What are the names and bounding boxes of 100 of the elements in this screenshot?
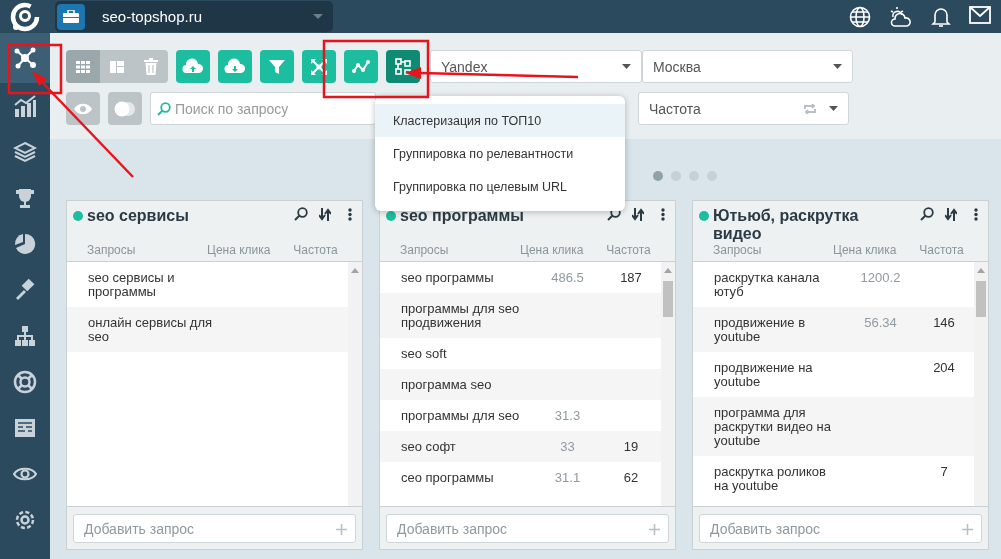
mail-icon[interactable] (969, 5, 991, 24)
menu-item[interactable]: Группировка по релевантности (375, 137, 625, 170)
repeat-icon (803, 103, 817, 114)
toolbar-button[interactable] (260, 50, 294, 83)
column-header: Запросы (713, 243, 763, 257)
price-cell-text: 56.34 (863, 316, 898, 330)
globe-icon[interactable] (849, 5, 871, 28)
cluster-icon (395, 57, 411, 75)
column-header: Частота (605, 243, 652, 257)
price-cell-text: 1200.2 (859, 271, 902, 285)
filter-icon (269, 59, 285, 74)
price-cell-text: 31.1 (553, 471, 582, 485)
price-cell-text: 31.3 (553, 409, 582, 423)
sort-select[interactable]: Частота (638, 92, 849, 125)
region-select[interactable]: Москва (642, 50, 853, 83)
layers-icon (13, 141, 37, 163)
column-header: Частота (292, 243, 339, 257)
add-query-field[interactable]: Добавить запрос (386, 514, 669, 543)
query-cell-text: онлайн сервисы для seo (88, 316, 214, 344)
pie-chart-icon (14, 234, 36, 254)
query-cell-text: сео программы (401, 471, 495, 485)
bell-icon[interactable] (931, 5, 951, 28)
query-cell-text: seo soft (401, 347, 448, 361)
frequency-cell-text: 204 (932, 361, 956, 375)
weather-icon[interactable] (889, 5, 913, 28)
page-dot[interactable] (653, 171, 663, 181)
eye-icon (13, 467, 37, 481)
expand-icon (311, 58, 327, 75)
price-cell-text: 33 (559, 440, 576, 454)
logo-icon[interactable] (10, 1, 40, 32)
toolbar-button[interactable] (386, 50, 420, 83)
project-selector[interactable]: seo-topshop.ru (55, 1, 333, 32)
report-icon (15, 419, 35, 437)
menu-item[interactable]: Группировка по целевым URL (375, 170, 625, 203)
toolbar-button[interactable] (302, 50, 336, 83)
scrollbar[interactable] (348, 262, 362, 506)
scrollbar[interactable] (661, 262, 675, 506)
search-icon[interactable] (294, 207, 308, 221)
add-query-field[interactable]: Добавить запрос (73, 514, 356, 543)
network-icon (14, 47, 36, 69)
column-header: Запросы (400, 243, 450, 257)
briefcase-icon (63, 10, 79, 23)
column-header: Цена клика (520, 243, 585, 257)
query-cell-text: seo программы (401, 271, 495, 285)
upload-cloud-icon (182, 58, 203, 73)
toolbar-button[interactable] (218, 50, 252, 83)
frequency-cell-text: 7 (939, 465, 949, 479)
frequency-cell-text: 62 (622, 471, 640, 485)
scrollbar[interactable] (974, 262, 988, 506)
group-title: seo программы (400, 207, 524, 225)
sitemap-icon (15, 326, 35, 346)
settings-icon (15, 510, 35, 530)
search-engine-select[interactable]: Yandex (430, 50, 642, 83)
query-cell-text: продвижение в youtube (714, 316, 807, 344)
query-cell-text: программа для раскрутки видео на youtube (714, 406, 832, 448)
more-icon[interactable] (661, 207, 665, 221)
sort-icon[interactable] (319, 207, 331, 221)
frequency-cell-text: 146 (932, 316, 956, 330)
column-header: Запросы (87, 243, 137, 257)
status-dot (73, 211, 83, 221)
frequency-cell-text: 187 (619, 271, 643, 285)
column-header: Цена клика (207, 243, 272, 257)
column-header: Частота (918, 243, 965, 257)
query-cell-text: seo софт (401, 440, 457, 454)
query-cell-text: seo сервисы и программы (88, 271, 176, 299)
sort-icon[interactable] (632, 207, 644, 221)
caret-icon (833, 64, 842, 69)
gavel-icon (16, 278, 35, 300)
caret-icon (313, 14, 323, 19)
toolbar-button[interactable] (176, 50, 210, 83)
lifebuoy-icon (13, 370, 37, 394)
scroll-thumb[interactable] (976, 281, 986, 317)
search-field[interactable]: Поиск по запросу (150, 92, 376, 125)
query-cell-text: программа seo (401, 378, 493, 392)
price-cell-text: 486.5 (550, 271, 585, 285)
column-header: Цена клика (833, 243, 898, 257)
layout-icon (110, 60, 124, 73)
query-cell-text: раскрутка роликов на youtube (714, 465, 827, 493)
query-cell-text: продвижение на youtube (714, 361, 814, 389)
sort-icon[interactable] (945, 207, 957, 221)
sidebar-item[interactable] (0, 33, 50, 83)
more-icon[interactable] (348, 207, 352, 221)
caret-icon (622, 64, 631, 69)
menu-item[interactable]: Кластеризация по ТОП10 (375, 104, 625, 137)
view-button[interactable] (66, 50, 100, 83)
visibility-button[interactable] (66, 92, 100, 125)
trophy-icon (16, 189, 34, 208)
grid-icon (76, 60, 90, 73)
annotation-frame (7, 43, 63, 95)
more-icon[interactable] (974, 207, 978, 221)
search-icon[interactable] (920, 207, 934, 221)
toolbar-button[interactable] (344, 50, 378, 83)
eye-icon (73, 101, 93, 116)
line-graph-icon (352, 59, 370, 73)
frequency-cell-text: 19 (622, 440, 640, 454)
query-cell-text: раскрутка канала ютуб (714, 271, 821, 299)
scroll-thumb[interactable] (663, 281, 673, 317)
query-cell-text: программы для seo (401, 409, 521, 423)
add-query-field[interactable]: Добавить запрос (699, 514, 982, 543)
chart-icon (14, 95, 36, 117)
